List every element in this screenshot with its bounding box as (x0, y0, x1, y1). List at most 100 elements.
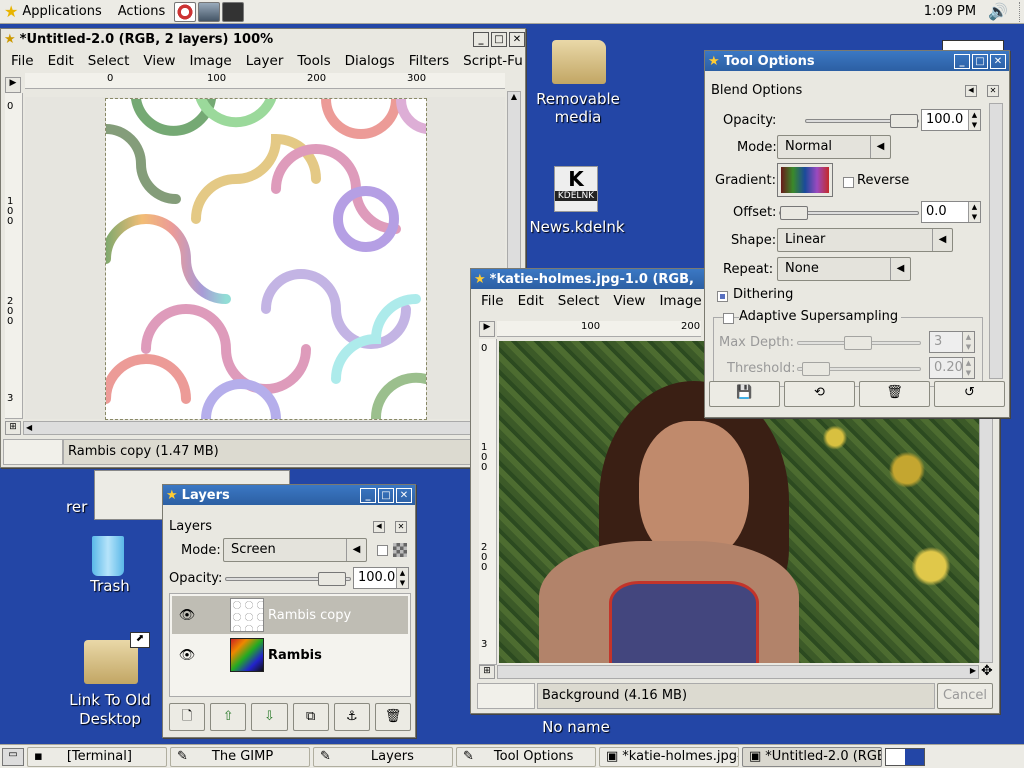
menu-layer[interactable]: Layer (239, 53, 291, 69)
dithering-checkbox[interactable] (717, 291, 728, 302)
mode-dropdown[interactable]: Normal ◀ (777, 135, 891, 159)
untitled-titlebar[interactable]: ★ *Untitled-2.0 (RGB, 2 layers) 100% _ □… (1, 29, 525, 49)
layer-name[interactable]: Rambis (268, 648, 322, 663)
quickmask-menu-button[interactable]: ▶ (479, 321, 495, 337)
menu-view[interactable]: View (606, 293, 652, 309)
menu-image[interactable]: Image (652, 293, 708, 309)
eye-visibility-icon[interactable]: 👁 (172, 608, 202, 623)
untitled-canvas-area[interactable] (25, 97, 505, 420)
offset-spinner[interactable]: 0.0 ▲ ▼ (921, 201, 981, 223)
layers-titlebar[interactable]: ★ Layers _ □ ✕ (163, 485, 415, 505)
minimize-button[interactable]: _ (954, 53, 970, 69)
tab-menu-icon[interactable]: ◀ (373, 521, 385, 533)
threshold-slider[interactable] (797, 362, 921, 376)
taskbar-tool-options[interactable]: ✎ Tool Options (456, 746, 596, 767)
quickmask-menu-button[interactable]: ▶ (5, 77, 21, 93)
no-name-label[interactable]: No name (530, 718, 622, 736)
tool-options-scrollbar[interactable] (989, 103, 1003, 379)
lifebuoy-launcher-icon[interactable] (174, 1, 197, 22)
repeat-dropdown[interactable]: None ◀ (777, 257, 911, 281)
rambis-pattern-canvas[interactable] (105, 98, 427, 420)
news-kdelnk-label[interactable]: News.kdelnk (522, 218, 632, 236)
duplicate-layer-button[interactable]: ⧉ (292, 703, 329, 731)
shape-dropdown[interactable]: Linear ◀ (777, 228, 953, 252)
maxdepth-slider[interactable] (797, 336, 921, 350)
menu-image[interactable]: Image (182, 53, 238, 69)
menu-select[interactable]: Select (551, 293, 607, 309)
maximize-button[interactable]: □ (378, 487, 394, 503)
removable-media-label[interactable]: Removable media (530, 90, 626, 126)
menu-file[interactable]: File (474, 293, 511, 309)
close-tab-icon[interactable]: ✕ (395, 521, 407, 533)
anchor-layer-button[interactable]: ⚓ (333, 703, 370, 731)
close-tab-icon[interactable]: ✕ (987, 85, 999, 97)
menu-view[interactable]: View (136, 53, 182, 69)
taskbar-katie[interactable]: ▣ *katie-holmes.jpg- (599, 746, 739, 767)
layer-name[interactable]: Rambis copy (268, 608, 351, 623)
offset-slider[interactable] (779, 206, 919, 220)
tool-options-titlebar[interactable]: ★ Tool Options _ □ ✕ (705, 51, 1009, 71)
raise-layer-button[interactable]: ⇧ (210, 703, 247, 731)
move-cross-icon[interactable]: ✥ (981, 663, 993, 679)
workspace-switcher[interactable] (885, 747, 925, 766)
menu-dialogs[interactable]: Dialogs (338, 53, 402, 69)
delete-options-button[interactable]: 🗑 (859, 381, 930, 407)
layer-row[interactable]: 👁 Rambis (172, 636, 408, 674)
taskbar-layers[interactable]: ✎ Layers (313, 746, 453, 767)
taskbar-untitled[interactable]: ▣ *Untitled-2.0 (RGB, (742, 746, 882, 767)
navigate-button[interactable]: ⊞ (479, 665, 495, 679)
layer-row[interactable]: 👁 Rambis copy (172, 596, 408, 634)
restore-options-button[interactable]: ⟲ (784, 381, 855, 407)
volume-icon[interactable]: 🔊 (988, 2, 1008, 21)
network-launcher-icon[interactable] (198, 1, 221, 22)
trash-label[interactable]: Trash (70, 577, 150, 595)
minimize-button[interactable]: _ (360, 487, 376, 503)
link-old-desktop-label[interactable]: Link To Old Desktop (58, 691, 162, 729)
removable-media-icon[interactable] (552, 40, 606, 84)
lower-layer-button[interactable]: ⇩ (251, 703, 288, 731)
adaptive-label[interactable]: Adaptive Supersampling (739, 309, 902, 324)
actions-menu[interactable]: Actions (110, 1, 174, 23)
cancel-button[interactable]: Cancel (937, 683, 993, 709)
menu-edit[interactable]: Edit (511, 293, 551, 309)
opacity-spinner[interactable]: 100.0 ▲ ▼ (921, 109, 981, 131)
eye-visibility-icon[interactable]: 👁 (172, 648, 202, 663)
opacity-slider[interactable] (805, 114, 919, 128)
menu-filters[interactable]: Filters (402, 53, 456, 69)
close-button[interactable]: ✕ (509, 31, 525, 47)
menu-edit[interactable]: Edit (41, 53, 81, 69)
delete-layer-button[interactable]: 🗑 (374, 703, 412, 731)
new-layer-button[interactable]: 🗋 (169, 703, 206, 731)
clock[interactable]: 1:09 PM (924, 4, 976, 19)
taskbar-gimp[interactable]: ✎ The GIMP (170, 746, 310, 767)
menu-file[interactable]: File (4, 53, 41, 69)
reverse-label[interactable]: Reverse (857, 173, 909, 188)
menu-scriptfu[interactable]: Script-Fu (456, 53, 530, 69)
layer-opacity-spinner[interactable]: 100.0 ▲ ▼ (353, 567, 409, 589)
maximize-button[interactable]: □ (491, 31, 507, 47)
show-desktop-icon[interactable]: ▭ (2, 747, 24, 766)
news-kdelnk-icon[interactable]: K KDELNK (554, 166, 598, 212)
gradient-preview-button[interactable] (777, 163, 833, 197)
adaptive-checkbox[interactable] (723, 313, 734, 324)
minimize-button[interactable]: _ (473, 31, 489, 47)
navigate-button[interactable]: ⊞ (5, 421, 21, 435)
untitled-hscrollbar[interactable]: ◀ (23, 421, 507, 435)
save-options-button[interactable]: 💾 (709, 381, 780, 407)
dithering-label[interactable]: Dithering (733, 287, 793, 302)
menu-select[interactable]: Select (81, 53, 137, 69)
reset-options-button[interactable]: ↺ (934, 381, 1005, 407)
taskbar-terminal[interactable]: ▪ [Terminal] (27, 746, 167, 767)
close-button[interactable]: ✕ (990, 53, 1006, 69)
keep-transparency-checkbox[interactable] (377, 545, 388, 556)
terminal-launcher-icon[interactable] (222, 1, 245, 22)
layer-opacity-slider[interactable] (225, 572, 351, 586)
layer-mode-dropdown[interactable]: Screen ◀ (223, 538, 367, 562)
trash-icon[interactable] (92, 536, 124, 576)
applications-menu[interactable]: Applications (18, 1, 109, 23)
maximize-button[interactable]: □ (972, 53, 988, 69)
close-button[interactable]: ✕ (396, 487, 412, 503)
katie-hscrollbar[interactable]: ▶ (497, 665, 979, 679)
threshold-spinner[interactable]: 0.20 ▲ ▼ (929, 357, 975, 379)
menu-tools[interactable]: Tools (290, 53, 337, 69)
